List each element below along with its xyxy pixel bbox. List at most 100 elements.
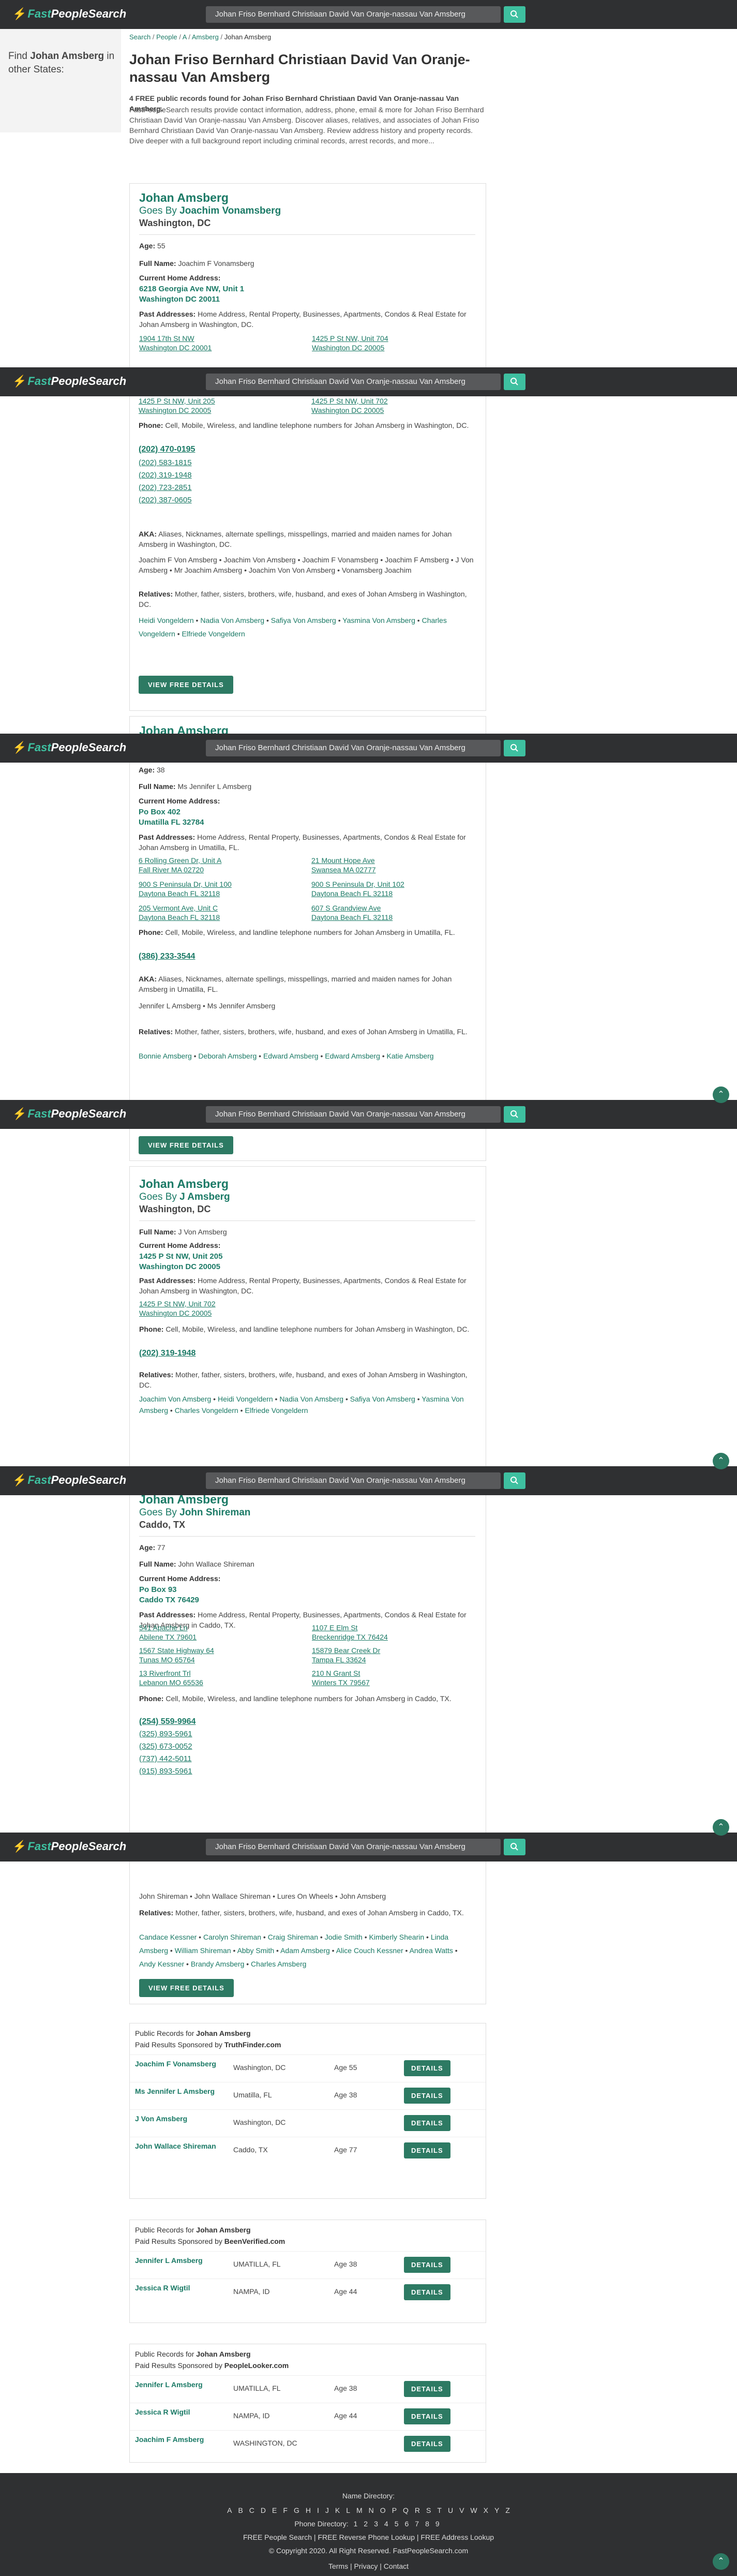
footer-links[interactable]: FREE People Search | FREE Reverse Phone …: [0, 2532, 737, 2542]
digit-link[interactable]: 2: [364, 2520, 368, 2528]
digit-link[interactable]: 3: [374, 2520, 378, 2528]
search-input[interactable]: Johan Friso Bernhard Christiaan David Va…: [206, 740, 501, 756]
result-name[interactable]: Jennifer L Amsberg: [135, 2256, 223, 2266]
crumb-search[interactable]: Search: [129, 33, 151, 41]
letter-link[interactable]: G: [294, 2506, 299, 2514]
relative-link[interactable]: Joachim Von Amsberg: [139, 1395, 211, 1403]
phone-number[interactable]: (386) 233-3544: [139, 952, 195, 961]
past-address[interactable]: 1567 State Highway 64 Tunas MO 65764: [139, 1646, 214, 1664]
letter-link[interactable]: J: [325, 2506, 329, 2514]
past-address[interactable]: 900 S Peninsula Dr, Unit 102 Daytona Beac…: [311, 880, 404, 898]
relative-link[interactable]: Katie Amsberg: [387, 1052, 434, 1060]
letter-link[interactable]: O: [380, 2506, 386, 2514]
past-address[interactable]: 1425 P St NW, Unit 704 Washington DC 2000…: [312, 334, 388, 352]
relative-link[interactable]: Safiya Von Amsberg: [350, 1395, 415, 1403]
phone-number[interactable]: (254) 559-9964: [139, 1717, 195, 1726]
result-name[interactable]: Joachim F Amsberg: [135, 2435, 223, 2445]
crumb-letter[interactable]: A: [183, 33, 187, 41]
record-name[interactable]: Johan Amsberg: [139, 191, 229, 205]
current-address[interactable]: Po Box 93 Caddo TX 76429: [139, 1585, 199, 1605]
result-name[interactable]: Ms Jennifer L Amsberg: [135, 2087, 223, 2096]
digit-link[interactable]: 1: [354, 2520, 358, 2528]
relative-link[interactable]: Elfriede Vongeldern: [182, 630, 245, 638]
result-name[interactable]: J Von Amsberg: [135, 2114, 223, 2124]
digit-link[interactable]: 4: [384, 2520, 388, 2528]
relative-link[interactable]: Heidi Vongeldern: [139, 616, 194, 624]
digit-link[interactable]: 6: [404, 2520, 409, 2528]
letter-link[interactable]: L: [346, 2506, 350, 2514]
details-button[interactable]: DETAILS: [404, 2142, 450, 2158]
past-address[interactable]: 15879 Bear Creek Dr Tampa FL 33624: [312, 1646, 380, 1664]
relative-link[interactable]: Jodie Smith: [325, 1933, 363, 1941]
relative-link[interactable]: Charles Vongeldern: [175, 1406, 238, 1414]
relative-link[interactable]: Elfriede Vongeldern: [245, 1406, 308, 1414]
digit-link[interactable]: 8: [425, 2520, 429, 2528]
details-button[interactable]: DETAILS: [404, 2257, 450, 2273]
phone-number[interactable]: (325) 673-0052: [139, 1742, 192, 1751]
past-address[interactable]: 21 Mount Hope Ave Swansea MA 02777: [311, 856, 376, 874]
phone-number[interactable]: (325) 893-5961: [139, 1730, 192, 1738]
scroll-top-button[interactable]: ⌃: [713, 1453, 729, 1469]
footer-terms[interactable]: Terms | Privacy | Contact: [0, 2561, 737, 2571]
site-logo[interactable]: ⚡FastPeopleSearch: [12, 1840, 126, 1853]
letter-link[interactable]: V: [459, 2506, 464, 2514]
site-logo[interactable]: ⚡FastPeopleSearch: [12, 741, 126, 754]
scroll-top-button[interactable]: ⌃: [713, 1086, 729, 1103]
letter-link[interactable]: S: [426, 2506, 431, 2514]
phone-number[interactable]: (202) 319-1948: [139, 1349, 195, 1358]
details-button[interactable]: DETAILS: [404, 2284, 450, 2300]
details-button[interactable]: DETAILS: [404, 2436, 450, 2452]
phone-number[interactable]: (202) 583-1815: [139, 458, 192, 467]
letter-link[interactable]: X: [484, 2506, 488, 2514]
past-address[interactable]: 13 Riverfront Trl Lebanon MO 65536: [139, 1669, 203, 1687]
view-details-button[interactable]: VIEW FREE DETAILS: [139, 676, 233, 694]
current-address[interactable]: 1425 P St NW, Unit 205 Washington DC 2000…: [139, 1252, 222, 1272]
crumb-amsberg[interactable]: Amsberg: [192, 33, 219, 41]
letter-link[interactable]: B: [238, 2506, 243, 2514]
past-address[interactable]: 6 Rolling Green Dr, Unit A Fall River MA …: [139, 856, 221, 874]
letter-link[interactable]: D: [261, 2506, 266, 2514]
details-button[interactable]: DETAILS: [404, 2408, 450, 2424]
letter-link[interactable]: Q: [403, 2506, 409, 2514]
relative-link[interactable]: Charles Amsberg: [251, 1960, 306, 1968]
result-name[interactable]: John Wallace Shireman: [135, 2141, 223, 2151]
relative-link[interactable]: Brandy Amsberg: [191, 1960, 245, 1968]
relative-link[interactable]: Andy Kessner: [139, 1960, 184, 1968]
letter-link[interactable]: T: [437, 2506, 442, 2514]
letter-link[interactable]: W: [470, 2506, 477, 2514]
letter-link[interactable]: K: [335, 2506, 340, 2514]
phone-number[interactable]: (202) 387-0605: [139, 496, 192, 504]
relative-link[interactable]: Nadia Von Amsberg: [200, 616, 264, 624]
past-address[interactable]: 541 Apache Ln Abilene TX 79601: [139, 1623, 197, 1642]
site-logo[interactable]: ⚡FastPeopleSearch: [12, 1107, 126, 1121]
search-button[interactable]: [504, 740, 525, 756]
past-address[interactable]: 210 N Grant St Winters TX 79567: [312, 1669, 370, 1687]
site-logo[interactable]: ⚡FastPeopleSearch: [12, 375, 126, 388]
relative-link[interactable]: Nadia Von Amsberg: [279, 1395, 343, 1403]
details-button[interactable]: DETAILS: [404, 2060, 450, 2076]
search-input[interactable]: Johan Friso Bernhard Christiaan David Va…: [206, 1106, 501, 1123]
search-button[interactable]: [504, 1839, 525, 1855]
letter-link[interactable]: U: [448, 2506, 453, 2514]
site-logo[interactable]: ⚡FastPeopleSearch: [12, 1473, 126, 1487]
letter-link[interactable]: I: [317, 2506, 319, 2514]
relative-link[interactable]: Edward Amsberg: [263, 1052, 319, 1060]
digit-link[interactable]: 9: [435, 2520, 440, 2528]
relative-link[interactable]: Abby Smith: [237, 1946, 275, 1955]
crumb-people[interactable]: People: [156, 33, 177, 41]
relative-link[interactable]: William Shireman: [175, 1946, 231, 1955]
current-address[interactable]: Po Box 402 Umatilla FL 32784: [139, 807, 204, 828]
relative-link[interactable]: Edward Amsberg: [325, 1052, 380, 1060]
scroll-top-button[interactable]: ⌃: [713, 1819, 729, 1836]
phone-number[interactable]: (737) 442-5011: [139, 1754, 191, 1763]
search-input[interactable]: Johan Friso Bernhard Christiaan David Va…: [206, 6, 501, 23]
search-input[interactable]: Johan Friso Bernhard Christiaan David Va…: [206, 1839, 501, 1855]
letter-link[interactable]: E: [272, 2506, 277, 2514]
search-button[interactable]: [504, 374, 525, 390]
relative-link[interactable]: Alice Couch Kessner: [336, 1946, 403, 1955]
search-button[interactable]: [504, 6, 525, 23]
details-button[interactable]: DETAILS: [404, 2088, 450, 2104]
past-address[interactable]: 900 S Peninsula Dr, Unit 100 Daytona Beac…: [139, 880, 232, 898]
relative-link[interactable]: Deborah Amsberg: [198, 1052, 257, 1060]
past-address[interactable]: 1425 P St NW, Unit 205 Washington DC 2000…: [139, 396, 215, 415]
